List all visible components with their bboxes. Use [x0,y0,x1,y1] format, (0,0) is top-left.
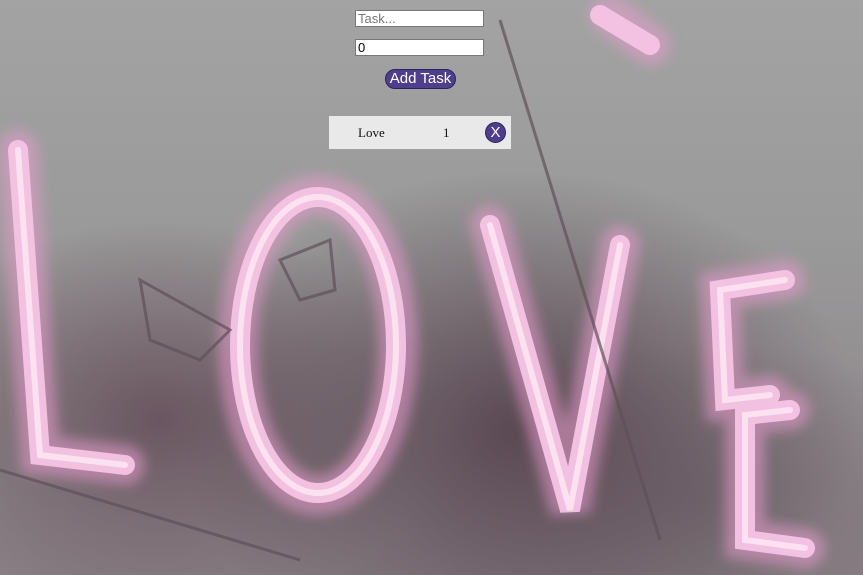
task-name: Love [358,125,385,140]
add-task-button[interactable]: Add Task [385,69,456,89]
list-item: Love 1 X [329,116,511,149]
delete-task-button[interactable]: X [485,122,506,143]
count-input[interactable] [355,39,484,56]
task-input[interactable] [355,10,484,27]
task-count: 1 [443,125,450,140]
